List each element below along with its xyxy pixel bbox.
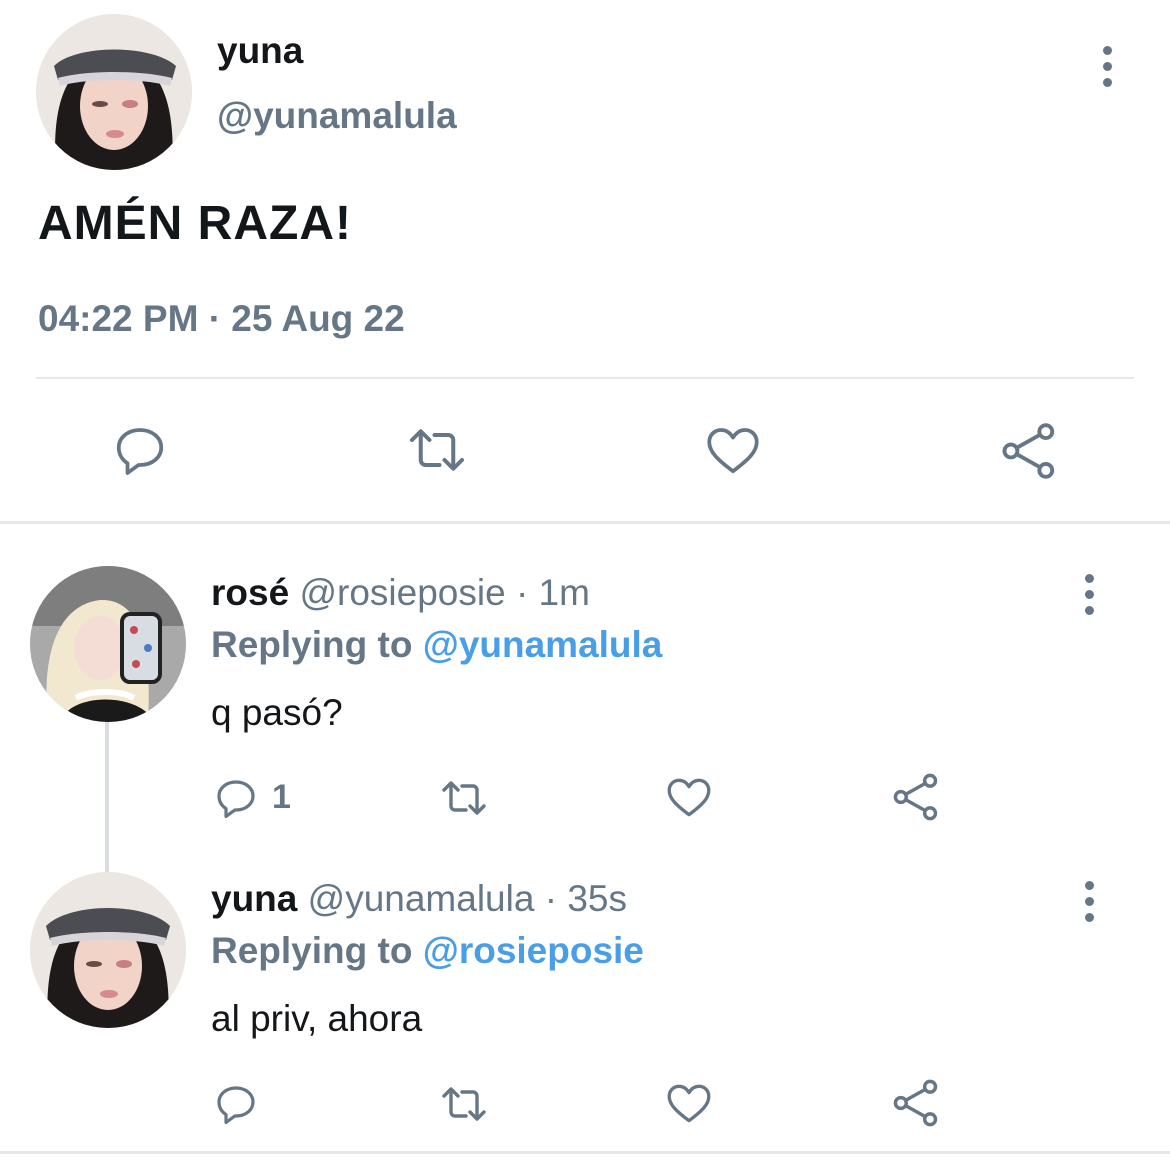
- reply-icon[interactable]: [110, 420, 170, 480]
- reply-time: 35s: [567, 878, 627, 919]
- avatar[interactable]: [30, 872, 186, 1028]
- handle[interactable]: @yunamalula: [308, 878, 535, 919]
- reply-time: 1m: [538, 572, 590, 613]
- like-icon[interactable]: [664, 1078, 714, 1128]
- avatar[interactable]: [30, 566, 186, 722]
- reply-header: yuna @yunamalula · 35s: [211, 878, 627, 920]
- more-options-icon[interactable]: [1097, 46, 1117, 90]
- avatar[interactable]: [36, 14, 192, 170]
- replying-label: Replying to: [211, 930, 413, 971]
- display-name[interactable]: yuna: [217, 30, 303, 72]
- bottom-separator: [0, 1151, 1170, 1154]
- reply-text: q pasó?: [211, 692, 343, 733]
- divider: [36, 377, 1134, 379]
- mention-link[interactable]: @rosieposie: [423, 930, 644, 971]
- reply-icon[interactable]: [212, 774, 260, 822]
- reply-text: al priv, ahora: [211, 998, 423, 1039]
- reply-count: 1: [272, 778, 291, 816]
- replying-to: Replying to @yunamalula: [211, 624, 662, 666]
- share-icon[interactable]: [890, 1077, 942, 1129]
- handle[interactable]: @rosieposie: [299, 572, 505, 613]
- like-icon[interactable]: [664, 772, 714, 822]
- tweet-text: AMÉN RAZA!: [38, 197, 352, 250]
- thread-line: [105, 720, 109, 872]
- reply-icon[interactable]: [212, 1080, 260, 1128]
- share-icon[interactable]: [998, 420, 1060, 482]
- tweet-timestamp: 04:22 PM · 25 Aug 22: [38, 298, 405, 339]
- retweet-icon[interactable]: [404, 420, 470, 480]
- like-icon[interactable]: [703, 420, 763, 480]
- replying-label: Replying to: [211, 624, 413, 665]
- mention-link[interactable]: @yunamalula: [423, 624, 663, 665]
- retweet-icon[interactable]: [436, 774, 492, 822]
- retweet-icon[interactable]: [436, 1080, 492, 1128]
- separator-dot: ·: [544, 878, 558, 919]
- more-options-icon[interactable]: [1079, 574, 1099, 618]
- separator-dot: ·: [515, 572, 529, 613]
- reply-header: rosé @rosieposie · 1m: [211, 572, 590, 614]
- display-name[interactable]: yuna: [211, 878, 297, 919]
- share-icon[interactable]: [890, 771, 942, 823]
- section-separator: [0, 521, 1170, 524]
- more-options-icon[interactable]: [1079, 881, 1099, 925]
- display-name[interactable]: rosé: [211, 572, 289, 613]
- handle[interactable]: @yunamalula: [217, 95, 457, 137]
- replying-to: Replying to @rosieposie: [211, 930, 644, 972]
